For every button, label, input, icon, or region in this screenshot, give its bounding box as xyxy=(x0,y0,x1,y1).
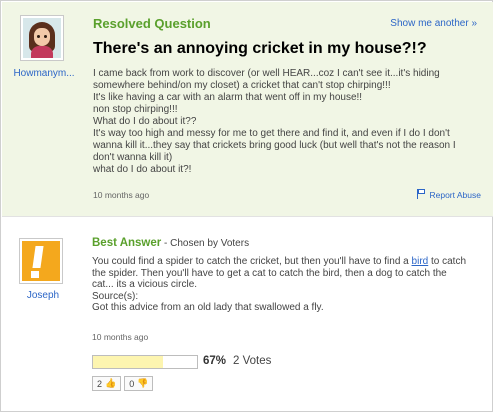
bird-link[interactable]: bird xyxy=(412,256,429,267)
avatar-image xyxy=(22,241,60,281)
thumbs-down-count: 0 xyxy=(129,378,135,389)
question-body-line: It's way too high and messy for me to ge… xyxy=(93,128,450,139)
thumbs-up-count: 2 xyxy=(97,378,103,389)
thumbs-down-button[interactable]: 0 👎 xyxy=(124,376,154,391)
rating-buttons: 2 👍 0 👎 xyxy=(92,376,154,391)
best-answer-header: Best Answer - Chosen by Voters xyxy=(92,237,249,249)
question-body-line: don't wanna kill it) xyxy=(93,152,173,163)
best-answer-label: Best Answer xyxy=(92,237,162,249)
answer-body-line: cat... its a vicious circle. xyxy=(92,279,198,291)
question-status: Resolved Question xyxy=(93,16,211,31)
avatar-image xyxy=(23,18,61,58)
section-divider xyxy=(2,216,493,217)
report-abuse-label: Report Abuse xyxy=(429,190,481,200)
asker-username[interactable]: Howmanym... xyxy=(8,68,80,79)
answer-body-line: the spider. Then you'll have to get a ca… xyxy=(92,267,447,279)
chosen-by-label: - Chosen by Voters xyxy=(161,238,250,249)
question-body-line: non stop chirping!!! xyxy=(93,104,178,115)
question-body-line: somewhere behind/on my closet) a cricket… xyxy=(93,80,391,91)
source-text: Got this advice from an old lady that sw… xyxy=(92,302,324,314)
question-timestamp: 10 months ago xyxy=(93,190,150,200)
show-another-link[interactable]: Show me another » xyxy=(390,18,477,29)
vote-percentage: 67% xyxy=(203,355,227,367)
report-abuse-link[interactable]: Report Abuse xyxy=(417,189,481,200)
question-body-line: It's like having a car with an alarm tha… xyxy=(93,92,363,103)
question-section: Howmanym... Resolved Question Show me an… xyxy=(2,2,493,216)
asker-avatar[interactable] xyxy=(20,15,64,61)
answerer-username[interactable]: Joseph xyxy=(7,290,79,301)
source-label: Source(s): xyxy=(92,290,139,302)
question-body-line: What do I do about it?? xyxy=(93,116,197,127)
answer-body-line: You could find a spider to catch the cri… xyxy=(92,256,467,267)
thumbs-up-button[interactable]: 2 👍 xyxy=(92,376,122,391)
answer-body: You could find a spider to catch the cri… xyxy=(92,256,482,314)
thumbs-down-icon: 👎 xyxy=(137,378,149,388)
thumbs-up-icon: 👍 xyxy=(105,378,117,388)
question-body-line: what do I do about it?! xyxy=(93,164,192,175)
vote-count: 2 Votes xyxy=(233,355,272,367)
question-body-line: I came back from work to discover (or we… xyxy=(93,68,440,79)
answer-timestamp: 10 months ago xyxy=(92,332,149,342)
answerer-avatar[interactable] xyxy=(19,238,63,284)
qa-page: Howmanym... Resolved Question Show me an… xyxy=(0,0,493,412)
question-body-line: wanna kill it...they say that crickets b… xyxy=(93,140,456,151)
question-body: I came back from work to discover (or we… xyxy=(93,68,478,176)
vote-progress-bar xyxy=(92,355,198,369)
vote-progress-fill xyxy=(93,356,163,368)
flag-icon xyxy=(417,189,426,199)
question-title: There's an annoying cricket in my house?… xyxy=(93,40,427,57)
